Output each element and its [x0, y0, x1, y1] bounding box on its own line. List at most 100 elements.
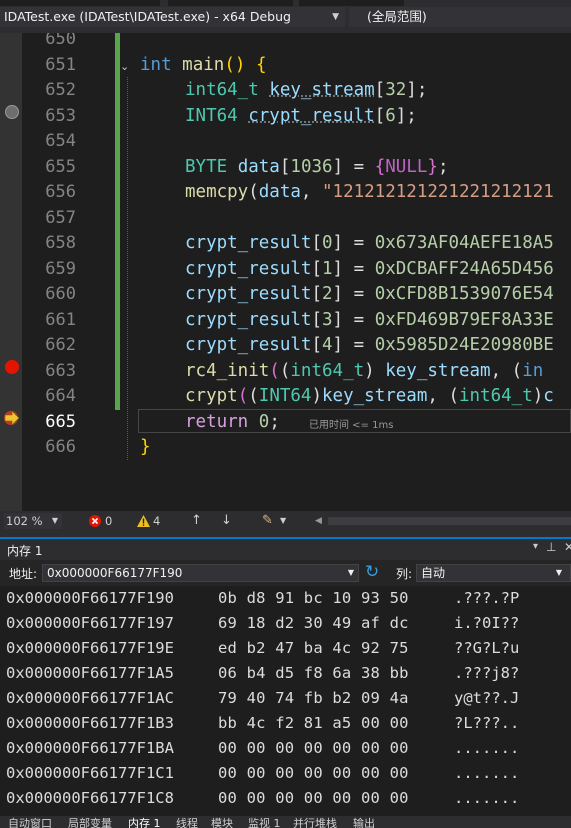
memory-ascii-text: ....... — [454, 789, 520, 807]
memory-address-bar: 地址: 0x000000F66177F190 ▼ ↻ 列: 自动 ▼ — [0, 560, 571, 586]
memory-address: 0x000000F66177F190 — [6, 589, 174, 607]
bottom-tab[interactable]: 监视 1 — [248, 818, 281, 828]
debug-tool-tabs: 自动窗口 局部变量 内存 1 线程 模块 监视 1 并行堆栈 输出 — [0, 816, 571, 828]
zoom-combo[interactable]: 102 % ▼ — [4, 513, 62, 529]
arrow-up-icon[interactable]: ↑ — [191, 511, 202, 531]
navigation-bar: IDATest.exe (IDATest\IDATest.exe) - x64 … — [0, 0, 571, 33]
close-icon[interactable]: ✕ — [564, 540, 571, 554]
chevron-down-icon: ▼ — [51, 516, 58, 525]
memory-panel-header: 内存 1 ▾ ⊥ ✕ — [0, 537, 571, 560]
dropdown-icon[interactable]: ▾ — [533, 541, 538, 552]
code-line-664[interactable]: crypt((INT64)key_stream, (int64_t)c — [0, 384, 571, 410]
code-line-653[interactable]: INT64 crypt_result[6]; — [0, 104, 571, 130]
pin-icon[interactable]: ⊥ — [546, 540, 556, 554]
bottom-tab[interactable]: 自动窗口 — [8, 818, 52, 828]
bottom-tab[interactable]: 模块 — [211, 818, 233, 828]
line-number: 657 — [45, 208, 76, 228]
scope-combo[interactable]: (全局范围) — [349, 7, 571, 27]
address-input[interactable]: 0x000000F66177F190 ▼ — [42, 564, 359, 582]
code-line-663[interactable]: rc4_init((int64_t) key_stream, (in — [0, 359, 571, 385]
memory-row[interactable]: 0x000000F66177F1A5 06 b4 d5 f8 6a 38 bb.?… — [0, 661, 571, 686]
tab-strip-right — [299, 0, 404, 6]
memory-row[interactable]: 0x000000F66177F1B3 bb 4c f2 81 a5 00 00 ?L… — [0, 711, 571, 736]
code-line-661[interactable]: crypt_result[3] = 0xFD469B79EF8A33E — [0, 308, 571, 334]
bottom-tab[interactable]: 局部变量 — [68, 818, 112, 828]
memory-address: 0x000000F66177F197 — [6, 614, 174, 632]
chevron-down-icon[interactable]: ▼ — [280, 511, 286, 531]
memory-row[interactable]: 0x000000F66177F1BA 00 00 00 00 00 00 00..… — [0, 736, 571, 761]
code-line-666[interactable]: } — [0, 435, 571, 461]
memory-hex-bytes: 00 00 00 00 00 00 00 — [218, 739, 409, 757]
tab-strip-left — [0, 0, 160, 6]
bottom-tab[interactable]: 输出 — [353, 818, 375, 828]
memory-ascii-text: .???.?P — [454, 589, 520, 607]
code-line-665[interactable]: return 0; 已用时间 <= 1ms — [0, 410, 571, 436]
project-combo-text: IDATest.exe (IDATest\IDATest.exe) - x64 … — [4, 9, 291, 24]
warning-count: 4 — [153, 514, 161, 528]
columns-combo[interactable]: 自动 ▼ — [416, 564, 571, 582]
tab-strip-mid — [168, 0, 293, 6]
bottom-tab[interactable]: 内存 1 — [128, 818, 161, 828]
memory-ascii-text: i.?0I?? — [454, 614, 520, 632]
memory-ascii-text: ....... — [454, 764, 520, 782]
memory-ascii-text: y@t??.J — [454, 689, 520, 707]
code-line-655[interactable]: BYTE data[1036] = {NULL}; — [0, 155, 571, 181]
zoom-level: 102 % — [6, 514, 43, 528]
memory-row[interactable]: 0x000000F66177F197 69 18 d2 30 49 af dc i.… — [0, 611, 571, 636]
code-line-662[interactable]: crypt_result[4] = 0x5985D24E20980BE — [0, 333, 571, 359]
code-line-659[interactable]: crypt_result[1] = 0xDCBAFF24A65D456 — [0, 257, 571, 283]
memory-hex-bytes: ed b2 47 ba 4c 92 75 — [218, 639, 409, 657]
memory-address: 0x000000F66177F1C8 — [6, 789, 174, 807]
scroll-left-icon[interactable]: ◀ — [315, 511, 322, 531]
line-number: 654 — [45, 131, 76, 151]
memory-panel-title: 内存 1 — [7, 544, 43, 558]
memory-hex-bytes: 00 00 00 00 00 00 00 — [218, 789, 409, 807]
memory-address: 0x000000F66177F1C1 — [6, 764, 174, 782]
scope-combo-text: (全局范围) — [367, 9, 427, 24]
memory-address: 0x000000F66177F1BA — [6, 739, 174, 757]
bottom-tab[interactable]: 线程 — [176, 818, 198, 828]
memory-address: 0x000000F66177F1B3 — [6, 714, 174, 732]
chevron-down-icon: ▼ — [332, 12, 339, 22]
address-value: 0x000000F66177F190 — [47, 566, 183, 580]
memory-hex-bytes: 79 40 74 fb b2 09 4a — [218, 689, 409, 707]
memory-row[interactable]: 0x000000F66177F1AC 79 40 74 fb b2 09 4a y@… — [0, 686, 571, 711]
memory-address: 0x000000F66177F19E — [6, 639, 174, 657]
memory-view[interactable]: 0x000000F66177F190 0b d8 91 bc 10 93 50.?… — [0, 586, 571, 816]
warning-icon[interactable] — [137, 515, 150, 527]
memory-row[interactable]: 0x000000F66177F1C1 00 00 00 00 00 00 00..… — [0, 761, 571, 786]
memory-address: 0x000000F66177F1AC — [6, 689, 174, 707]
memory-hex-bytes: 06 b4 d5 f8 6a 38 bb — [218, 664, 409, 682]
memory-ascii-text: ?L???.. — [454, 714, 520, 732]
memory-hex-bytes: 0b d8 91 bc 10 93 50 — [218, 589, 409, 607]
code-line-656[interactable]: memcpy(data, "121212121221221212121 — [0, 180, 571, 206]
columns-label: 列: — [396, 567, 413, 581]
horizontal-scrollbar[interactable] — [328, 517, 571, 525]
project-combo[interactable]: IDATest.exe (IDATest\IDATest.exe) - x64 … — [0, 7, 345, 27]
chevron-down-icon: ▼ — [555, 568, 562, 577]
brush-icon[interactable]: ✎ — [262, 511, 273, 531]
code-editor[interactable]: ⌄ 650 651 652 653 654 655 656 657 658 659 660 661 66… — [0, 33, 571, 511]
elapsed-time-hint: 已用时间 <= 1ms — [309, 420, 394, 431]
code-line-651[interactable]: int main() { — [0, 53, 571, 79]
memory-row[interactable]: 0x000000F66177F1C8 00 00 00 00 00 00 00..… — [0, 786, 571, 811]
memory-hex-bytes: bb 4c f2 81 a5 00 00 — [218, 714, 409, 732]
refresh-icon[interactable]: ↻ — [365, 562, 379, 582]
error-icon[interactable] — [89, 515, 101, 527]
memory-address: 0x000000F66177F1A5 — [6, 664, 174, 682]
code-line-658[interactable]: crypt_result[0] = 0x673AF04AEFE18A5 — [0, 231, 571, 257]
memory-row[interactable]: 0x000000F66177F190 0b d8 91 bc 10 93 50.?… — [0, 586, 571, 611]
chevron-down-icon: ▼ — [347, 568, 354, 577]
memory-ascii-text: .???j8? — [454, 664, 520, 682]
memory-hex-bytes: 69 18 d2 30 49 af dc — [218, 614, 409, 632]
memory-hex-bytes: 00 00 00 00 00 00 00 — [218, 764, 409, 782]
memory-ascii-text: ??G?L?u — [454, 639, 520, 657]
memory-row[interactable]: 0x000000F66177F19E ed b2 47 ba 4c 92 75??… — [0, 636, 571, 661]
code-line-652[interactable]: int64_t key_stream[32]; — [0, 78, 571, 104]
arrow-down-icon[interactable]: ↓ — [221, 511, 232, 531]
bottom-tab[interactable]: 并行堆栈 — [293, 818, 337, 828]
error-count: 0 — [105, 514, 113, 528]
address-label: 地址: — [9, 567, 38, 581]
columns-value: 自动 — [421, 566, 446, 580]
code-line-660[interactable]: crypt_result[2] = 0xCFD8B1539076E54 — [0, 282, 571, 308]
